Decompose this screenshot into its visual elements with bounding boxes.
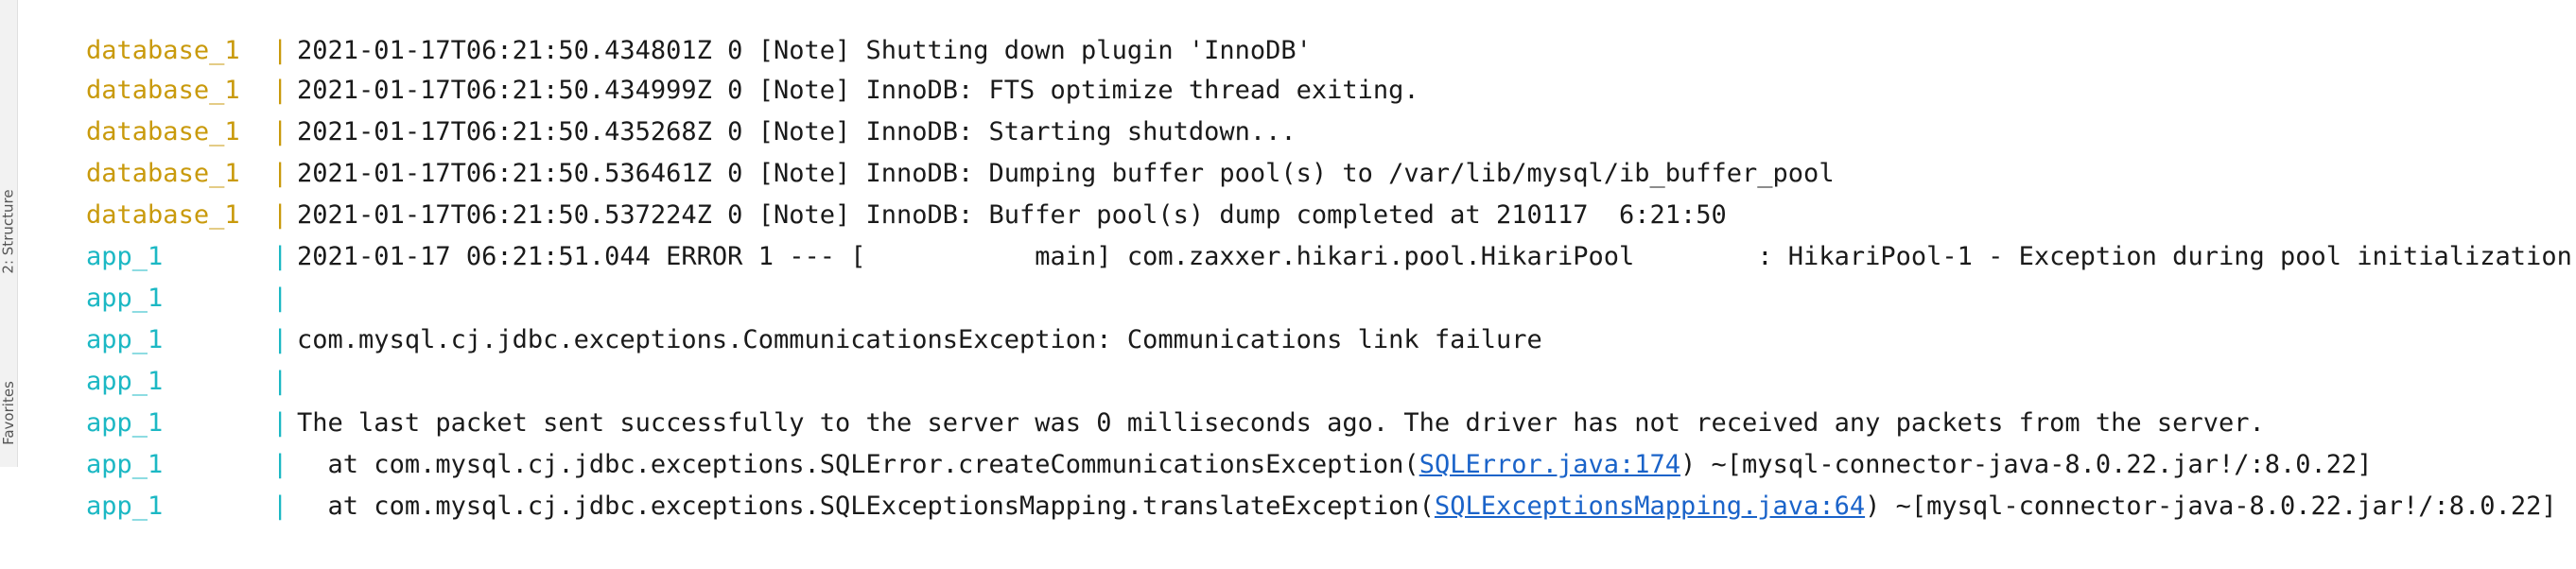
log-message: 2021-01-17 06:21:51.044 ERROR 1 --- [ ma… — [297, 242, 2576, 271]
structure-tab-label: 2: Structure — [0, 189, 17, 274]
log-line: database_1 | 2021-01-17T06:21:50.434999Z 0… — [25, 28, 1419, 105]
log-line: database_1 | 2021-01-17T06:21:50.536461Z 0… — [25, 112, 1835, 188]
log-line: app_1 | 2021-01-17 06:21:51.044 ERROR 1 --… — [25, 195, 2576, 271]
log-line: app_1 | at com.mysql.cj.jdbc.exceptions.S… — [25, 444, 2557, 521]
source-link[interactable]: SQLExceptionsMapping.java:64 — [1435, 491, 1865, 521]
log-line: app_1 | — [25, 319, 297, 396]
log-line: app_1 | The last packet sent successfully … — [25, 361, 2265, 438]
favorites-tab-label: Favorites — [0, 381, 18, 445]
service-name: app_1 — [86, 491, 164, 521]
pipe-separator: | — [272, 491, 288, 521]
log-message: at com.mysql.cj.jdbc.exceptions.SQLExcep… — [297, 486, 2557, 527]
log-line: app_1 | at com.mysql.cj.jdbc.exceptions.S… — [25, 403, 2373, 479]
log-line: database_1 | 2021-01-17T06:21:50.537224Z 0… — [25, 153, 1727, 230]
log-line: app_1 | com.mysql.cj.jdbc.exceptions.Commu… — [25, 278, 1542, 354]
stack-frame-suffix: ) ~[mysql-connector-java-8.0.22.jar!/:8.… — [1865, 491, 2557, 521]
log-message: com.mysql.cj.jdbc.exceptions.Communicati… — [297, 325, 1542, 354]
console-output[interactable]: database_1 | 2021-01-17T06:21:50.434801Z 0… — [25, 0, 2576, 521]
log-line: app_1 | — [25, 236, 297, 313]
log-line: database_1 | 2021-01-17T06:21:50.434801Z 0… — [25, 0, 1312, 65]
favorites-tab[interactable]: Favorites — [0, 359, 18, 467]
side-tool-strip: 2: Structure Favorites — [0, 0, 18, 467]
structure-tab[interactable]: 2: Structure — [0, 161, 17, 302]
stack-frame-text: at com.mysql.cj.jdbc.exceptions.SQLExcep… — [297, 491, 1435, 521]
log-line: database_1 | 2021-01-17T06:21:50.435268Z 0… — [25, 70, 1297, 147]
